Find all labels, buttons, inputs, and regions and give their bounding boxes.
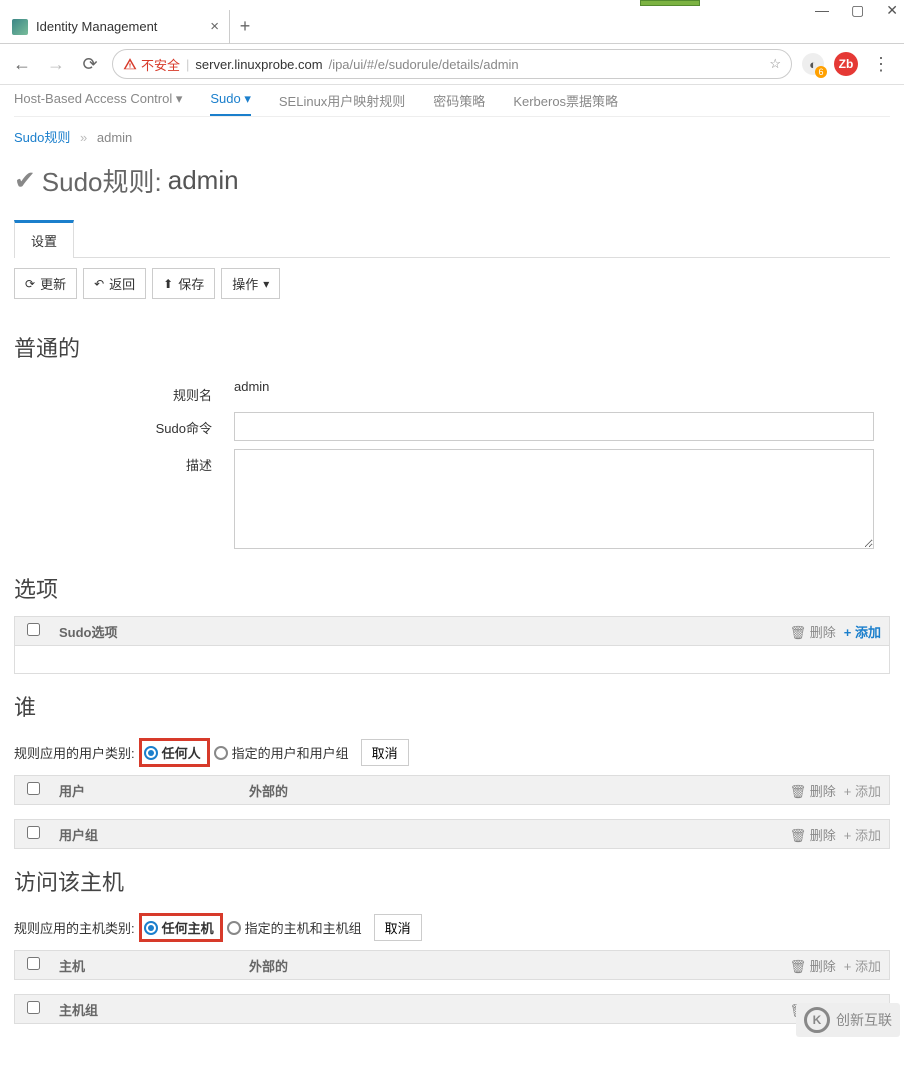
browser-tab[interactable]: Identity Management × bbox=[0, 10, 230, 44]
extension-badge: 6 bbox=[815, 66, 827, 78]
sudo-order-label: Sudo命令 bbox=[14, 412, 234, 437]
detail-tabs: 设置 bbox=[14, 219, 890, 258]
section-access-host: 访问该主机 bbox=[14, 849, 890, 909]
plus-icon: + bbox=[844, 625, 852, 640]
nav-selinux[interactable]: SELinux用户映射规则 bbox=[279, 91, 405, 110]
new-tab-button[interactable]: + bbox=[230, 16, 260, 37]
check-icon: ✔ bbox=[14, 165, 36, 196]
browser-menu-icon[interactable]: ⋮ bbox=[868, 54, 894, 75]
warning-triangle-icon bbox=[123, 57, 137, 71]
upload-icon: ⬆ bbox=[163, 277, 173, 291]
bookmark-star-icon[interactable]: ☆ bbox=[769, 56, 781, 72]
nav-password-policy[interactable]: 密码策略 bbox=[433, 91, 485, 110]
options-select-all[interactable] bbox=[27, 623, 40, 636]
section-options: 选项 bbox=[14, 556, 890, 616]
who-anyone-radio[interactable] bbox=[144, 746, 158, 760]
security-warning: 不安全 bbox=[123, 55, 180, 74]
profile-avatar[interactable]: Zb bbox=[834, 52, 858, 76]
window-minimize-icon[interactable]: — bbox=[815, 2, 829, 19]
back-button[interactable]: ↶返回 bbox=[83, 268, 146, 299]
options-add-button[interactable]: + 添加 bbox=[844, 622, 881, 641]
access-hosts-col: 主机 bbox=[51, 956, 241, 975]
section-who: 谁 bbox=[14, 674, 890, 734]
extension-icon[interactable]: ◐6 bbox=[802, 53, 824, 75]
options-table-body bbox=[14, 646, 890, 674]
nav-forward-icon: → bbox=[44, 52, 68, 76]
who-groups-add[interactable]: + 添加 bbox=[844, 825, 881, 844]
breadcrumb-separator-icon: » bbox=[80, 130, 87, 145]
refresh-icon: ⟳ bbox=[25, 277, 35, 291]
refresh-button[interactable]: ⟳更新 bbox=[14, 268, 77, 299]
access-hostgroups-select-all[interactable] bbox=[27, 1001, 40, 1014]
window-maximize-icon[interactable]: ▢ bbox=[851, 2, 864, 19]
page-title: ✔ Sudo规则: admin bbox=[14, 156, 890, 219]
url-separator: | bbox=[186, 57, 189, 72]
access-external-col: 外部的 bbox=[241, 956, 296, 975]
access-hosts-select-all[interactable] bbox=[27, 957, 40, 970]
options-delete-button[interactable]: 🗑 删除 bbox=[790, 622, 836, 641]
access-anyhost-highlight: 任何主机 bbox=[139, 913, 223, 942]
trash-icon: 🗑 bbox=[790, 625, 807, 640]
who-users-col: 用户 bbox=[51, 781, 241, 800]
access-hostgroups-col: 主机组 bbox=[51, 1000, 106, 1019]
address-bar[interactable]: 不安全 | server.linuxprobe.com/ipa/ui/#/e/s… bbox=[112, 49, 792, 79]
nav-sudo[interactable]: Sudo ▾ bbox=[210, 91, 251, 110]
favicon-icon bbox=[12, 19, 28, 35]
window-close-icon[interactable]: ✕ bbox=[886, 2, 898, 19]
sudo-order-input[interactable] bbox=[234, 412, 874, 441]
who-users-delete[interactable]: 🗑 删除 bbox=[790, 781, 836, 800]
watermark: K 创新互联 bbox=[796, 1003, 900, 1037]
who-anyone-highlight: 任何人 bbox=[139, 738, 210, 767]
access-specified-radio[interactable] bbox=[227, 921, 241, 935]
url-path: /ipa/ui/#/e/sudorule/details/admin bbox=[329, 57, 519, 72]
who-external-col: 外部的 bbox=[241, 781, 296, 800]
nav-back-icon[interactable]: ← bbox=[10, 52, 34, 76]
actions-button[interactable]: 操作 ▾ bbox=[221, 268, 280, 299]
tab-title: Identity Management bbox=[36, 19, 157, 34]
options-column-label: Sudo选项 bbox=[51, 622, 126, 641]
who-users-add[interactable]: + 添加 bbox=[844, 781, 881, 800]
window-accent bbox=[640, 0, 700, 6]
access-anyhost-radio[interactable] bbox=[144, 921, 158, 935]
who-specified-radio[interactable] bbox=[214, 746, 228, 760]
who-category-label: 规则应用的用户类别: bbox=[14, 743, 135, 762]
who-cancel-button[interactable]: 取消 bbox=[361, 739, 409, 766]
access-hosts-delete[interactable]: 🗑 删除 bbox=[790, 956, 836, 975]
section-general: 普通的 bbox=[14, 315, 890, 375]
caret-down-icon: ▾ bbox=[263, 277, 269, 291]
undo-icon: ↶ bbox=[94, 277, 104, 291]
who-groups-select-all[interactable] bbox=[27, 826, 40, 839]
save-button[interactable]: ⬆保存 bbox=[152, 268, 215, 299]
tab-settings[interactable]: 设置 bbox=[14, 220, 74, 258]
rule-name-label: 规则名 bbox=[14, 379, 234, 404]
description-label: 描述 bbox=[14, 449, 234, 474]
who-groups-delete[interactable]: 🗑 删除 bbox=[790, 825, 836, 844]
url-host: server.linuxprobe.com bbox=[195, 57, 322, 72]
watermark-logo-icon: K bbox=[804, 1007, 830, 1033]
top-nav: Host-Based Access Control ▾ Sudo ▾ SELin… bbox=[14, 85, 890, 117]
breadcrumb-current: admin bbox=[97, 130, 132, 145]
access-category-label: 规则应用的主机类别: bbox=[14, 918, 135, 937]
who-groups-col: 用户组 bbox=[51, 825, 106, 844]
rule-name-value: admin bbox=[234, 379, 890, 394]
nav-hbac[interactable]: Host-Based Access Control ▾ bbox=[14, 91, 182, 110]
description-textarea[interactable] bbox=[234, 449, 874, 549]
nav-reload-icon[interactable]: ⟳ bbox=[78, 52, 102, 76]
tab-close-icon[interactable]: × bbox=[210, 18, 219, 35]
breadcrumb-link[interactable]: Sudo规则 bbox=[14, 130, 70, 145]
access-cancel-button[interactable]: 取消 bbox=[374, 914, 422, 941]
who-users-select-all[interactable] bbox=[27, 782, 40, 795]
breadcrumb: Sudo规则 » admin bbox=[14, 117, 890, 156]
nav-kerberos[interactable]: Kerberos票据策略 bbox=[513, 91, 618, 110]
access-hosts-add[interactable]: + 添加 bbox=[844, 956, 881, 975]
